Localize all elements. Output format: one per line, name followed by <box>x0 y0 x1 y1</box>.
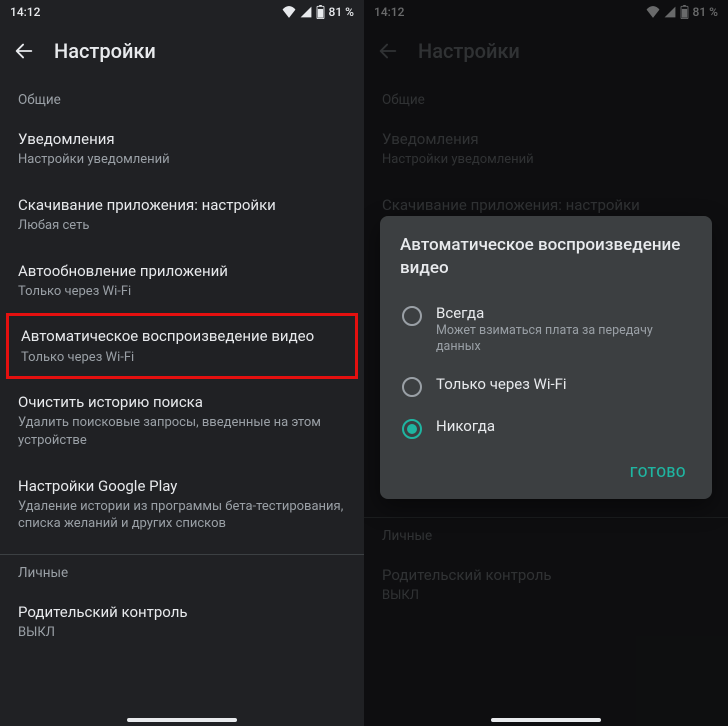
settings-list: Общие Уведомления Настройки уведомлений … <box>0 78 364 655</box>
radio-label: Только через Wi-Fi <box>436 375 567 393</box>
battery-icon <box>316 5 325 19</box>
status-bar: 14:12 81 % <box>0 0 364 24</box>
autoplay-dialog: Автоматическое воспроизведение видео Все… <box>380 216 712 499</box>
cell-signal-icon <box>300 6 312 18</box>
item-parental[interactable]: Родительский контроль ВЫКЛ <box>0 589 364 655</box>
item-title: Родительский контроль <box>18 602 346 622</box>
item-download[interactable]: Скачивание приложения: настройки Любая с… <box>0 182 364 248</box>
app-bar: Настройки <box>0 24 364 78</box>
radio-option-never[interactable]: Никогда <box>400 407 696 449</box>
radio-sublabel: Может взиматься плата за передачу данных <box>436 323 694 356</box>
item-subtitle: ВЫКЛ <box>18 624 346 642</box>
item-autoplay-highlighted[interactable]: Автоматическое воспроизведение видео Тол… <box>6 313 358 379</box>
item-title: Очистить историю поиска <box>18 392 346 412</box>
status-battery-pct: 81 % <box>329 5 354 19</box>
item-title: Настройки Google Play <box>18 476 346 496</box>
item-notifications[interactable]: Уведомления Настройки уведомлений <box>0 116 364 182</box>
back-button[interactable] <box>12 39 36 63</box>
section-general: Общие <box>0 82 364 116</box>
item-subtitle: Удаление истории из программы бета-тести… <box>18 498 346 533</box>
item-autoupdate[interactable]: Автообновление приложений Только через W… <box>0 248 364 314</box>
item-title: Скачивание приложения: настройки <box>18 195 346 215</box>
item-title: Автообновление приложений <box>18 261 346 281</box>
radio-option-always[interactable]: Всегда Может взиматься плата за передачу… <box>400 294 696 366</box>
nav-pill[interactable] <box>491 718 601 722</box>
status-right: 81 % <box>282 5 354 19</box>
section-personal: Личные <box>0 555 364 589</box>
item-subtitle: Удалить поисковые запросы, введенные на … <box>18 414 346 449</box>
radio-label: Всегда <box>436 304 694 322</box>
nav-pill[interactable] <box>127 718 237 722</box>
item-subtitle: Любая сеть <box>18 217 346 235</box>
phone-right: 14:12 81 % Настройки Общие Уведомления Н… <box>364 0 728 726</box>
radio-label: Никогда <box>436 417 495 435</box>
item-title: Уведомления <box>18 129 346 149</box>
radio-icon <box>402 377 422 397</box>
item-clear-history[interactable]: Очистить историю поиска Удалить поисковы… <box>0 379 364 462</box>
status-time: 14:12 <box>10 5 40 19</box>
item-subtitle: Только через Wi-Fi <box>21 349 343 367</box>
item-title: Автоматическое воспроизведение видео <box>21 326 343 346</box>
dialog-title: Автоматическое воспроизведение видео <box>400 234 696 280</box>
item-subtitle: Только через Wi-Fi <box>18 283 346 301</box>
wifi-icon <box>282 6 296 18</box>
radio-option-wifi[interactable]: Только через Wi-Fi <box>400 365 696 407</box>
radio-icon <box>402 306 422 326</box>
radio-icon-selected <box>402 419 422 439</box>
dialog-done-button[interactable]: ГОТОВО <box>620 457 696 489</box>
item-play-settings[interactable]: Настройки Google Play Удаление истории и… <box>0 463 364 546</box>
phone-left: 14:12 81 % Настройки Общие Уведомления Н… <box>0 0 364 726</box>
dialog-actions: ГОТОВО <box>400 457 696 489</box>
page-title: Настройки <box>54 39 156 63</box>
item-subtitle: Настройки уведомлений <box>18 151 346 169</box>
